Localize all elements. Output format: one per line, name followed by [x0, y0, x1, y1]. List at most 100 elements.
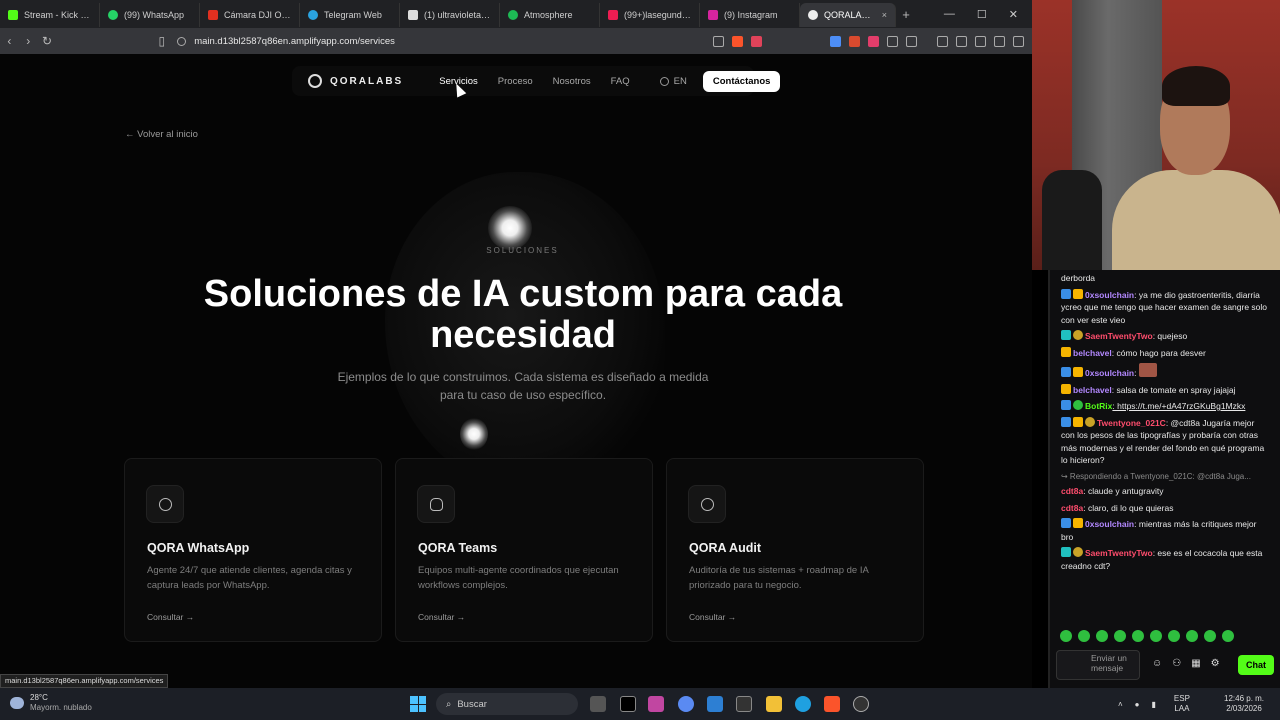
wallet-icon[interactable] [975, 35, 986, 47]
chat-username[interactable]: Twentyone_021C [1097, 418, 1166, 428]
translate-icon[interactable] [830, 35, 841, 47]
new-tab-button[interactable]: + [896, 7, 916, 22]
browser-tab[interactable]: Cámara DJI Osmo [200, 3, 300, 27]
chat-username[interactable]: BotRix [1085, 401, 1112, 411]
close-window-icon[interactable]: ✕ [1009, 8, 1018, 21]
copilot-icon[interactable] [678, 696, 694, 712]
chat-username[interactable]: belchavel [1073, 385, 1112, 395]
chat-link[interactable]: : https://t.me/+dA47rzGKuBg1Mzkx [1112, 401, 1245, 411]
nav-link-faq[interactable]: FAQ [611, 76, 630, 87]
stream-chat: derborda 0xsoulchain: ya me dio gastroen… [1050, 270, 1280, 688]
glow-orb [488, 206, 532, 250]
browser-tab-active[interactable]: QORALABS — × [800, 3, 896, 27]
minimize-icon[interactable]: — [944, 8, 955, 21]
back-home-link[interactable]: ← Volver al inicio [125, 129, 198, 140]
extension-icon[interactable] [849, 35, 860, 47]
url-text[interactable]: main.d13bl2587q86en.amplifyapp.com/servi… [194, 36, 395, 47]
vpn-icon[interactable] [1013, 35, 1024, 47]
forward-arrow-icon[interactable]: › [19, 34, 38, 48]
chat-username[interactable]: 0xsoulchain [1085, 290, 1134, 300]
chat-text: : claro, di lo que quieras [1083, 502, 1174, 513]
chat-username[interactable]: 0xsoulchain [1085, 368, 1134, 378]
language-toggle[interactable]: EN [659, 76, 687, 87]
browser-tab[interactable]: (99) WhatsApp [100, 3, 200, 27]
emote-icon[interactable] [1132, 630, 1144, 642]
service-card[interactable]: QORA Audit Auditoría de tus sistemas + r… [666, 458, 924, 642]
music-icon[interactable] [937, 35, 948, 47]
puzzle-icon[interactable] [887, 35, 898, 47]
emote-icon[interactable] [1168, 630, 1180, 642]
chat-input[interactable]: Enviar un mensaje [1056, 650, 1140, 680]
language-indicator[interactable]: ESP LAA [1174, 694, 1190, 714]
start-icon[interactable] [410, 696, 426, 712]
chat-username[interactable]: cdt8a [1061, 486, 1083, 496]
back-arrow-icon[interactable]: ‹ [0, 34, 19, 48]
site-info-icon[interactable] [177, 36, 187, 46]
browser-tab[interactable]: (99+)lasegundacra [600, 3, 700, 27]
chevron-up-icon[interactable]: ˄ [1118, 700, 1123, 709]
contact-button[interactable]: Contáctanos [702, 70, 781, 92]
brave-rewards-icon[interactable] [751, 35, 762, 47]
page-title-line: necesidad [430, 314, 616, 356]
sidebar-icon[interactable] [956, 35, 967, 47]
reload-icon[interactable]: ↻ [38, 34, 57, 48]
browser-tab[interactable]: (1) ultravioleta on [400, 3, 500, 27]
nav-link-proceso[interactable]: Proceso [498, 76, 533, 87]
leo-icon[interactable] [994, 35, 1005, 47]
store-icon[interactable] [707, 696, 723, 712]
browser-tab[interactable]: Atmosphere [500, 3, 600, 27]
gear-icon[interactable]: ⚙ [1211, 658, 1220, 671]
system-tray: ˄ ● ▮ ESP LAA [1118, 694, 1190, 714]
service-card[interactable]: QORA WhatsApp Agente 24/7 que atiende cl… [124, 458, 382, 642]
store-icon[interactable]: ▦ [1191, 658, 1200, 671]
emote-icon[interactable] [1060, 630, 1072, 642]
terminal-icon[interactable] [736, 696, 752, 712]
mic-icon[interactable]: ▮ [1152, 700, 1156, 709]
app-icon[interactable] [620, 696, 636, 712]
share-icon[interactable] [713, 35, 724, 47]
brave-shield-icon[interactable] [732, 35, 743, 47]
bookmark-icon[interactable]: ▯ [152, 34, 171, 48]
spotify-icon [508, 10, 518, 20]
taskbar-search[interactable]: ⌕ Buscar [436, 693, 578, 715]
send-chat-button[interactable]: Chat [1238, 655, 1274, 675]
bell-icon[interactable]: ● [1135, 700, 1140, 709]
browser-tab[interactable]: Stream - Kick Dash [0, 3, 100, 27]
chat-username[interactable]: SaemTwentyTwo [1085, 548, 1153, 558]
folder-icon[interactable] [766, 696, 782, 712]
close-tab-icon[interactable]: × [882, 10, 887, 20]
chat-username[interactable]: belchavel [1073, 348, 1112, 358]
emoji-icon[interactable]: ☺ [1152, 658, 1162, 671]
consult-link[interactable]: Consultar → [147, 612, 194, 622]
emote-icon[interactable] [1186, 630, 1198, 642]
emote-icon[interactable] [1114, 630, 1126, 642]
maximize-icon[interactable]: ☐ [977, 8, 987, 21]
chat-username[interactable]: SaemTwentyTwo [1085, 331, 1153, 341]
obs-icon[interactable] [853, 696, 869, 712]
nav-link-nosotros[interactable]: Nosotros [553, 76, 591, 87]
brave-icon[interactable] [824, 696, 840, 712]
address-bar[interactable]: main.d13bl2587q86en.amplifyapp.com/servi… [177, 31, 713, 51]
consult-link[interactable]: Consultar → [418, 612, 465, 622]
emote-icon[interactable] [1204, 630, 1216, 642]
users-icon[interactable]: ⚇ [1172, 658, 1181, 671]
chat-username[interactable]: 0xsoulchain [1085, 519, 1134, 529]
emote-icon[interactable] [1222, 630, 1234, 642]
service-card[interactable]: QORA Teams Equipos multi-agente coordina… [395, 458, 653, 642]
consult-link[interactable]: Consultar → [689, 612, 736, 622]
edge-icon[interactable] [795, 696, 811, 712]
emote-icon[interactable] [1078, 630, 1090, 642]
crown-icon [1073, 288, 1083, 299]
extension-icon[interactable] [868, 35, 879, 47]
wallet-icon[interactable] [906, 35, 917, 47]
browser-tab[interactable]: (9) Instagram [700, 3, 800, 27]
clock[interactable]: 12:46 p. m. 2/03/2026 [1224, 694, 1264, 714]
chat-username[interactable]: cdt8a [1061, 503, 1083, 513]
weather-widget[interactable]: 28°C Mayorm. nublado [10, 693, 92, 713]
snip-icon[interactable] [648, 696, 664, 712]
browser-tab[interactable]: Telegram Web [300, 3, 400, 27]
emote-icon[interactable] [1096, 630, 1108, 642]
task-view-icon[interactable] [590, 696, 606, 712]
brand-logo[interactable]: QORALABS [308, 74, 403, 88]
emote-icon[interactable] [1150, 630, 1162, 642]
